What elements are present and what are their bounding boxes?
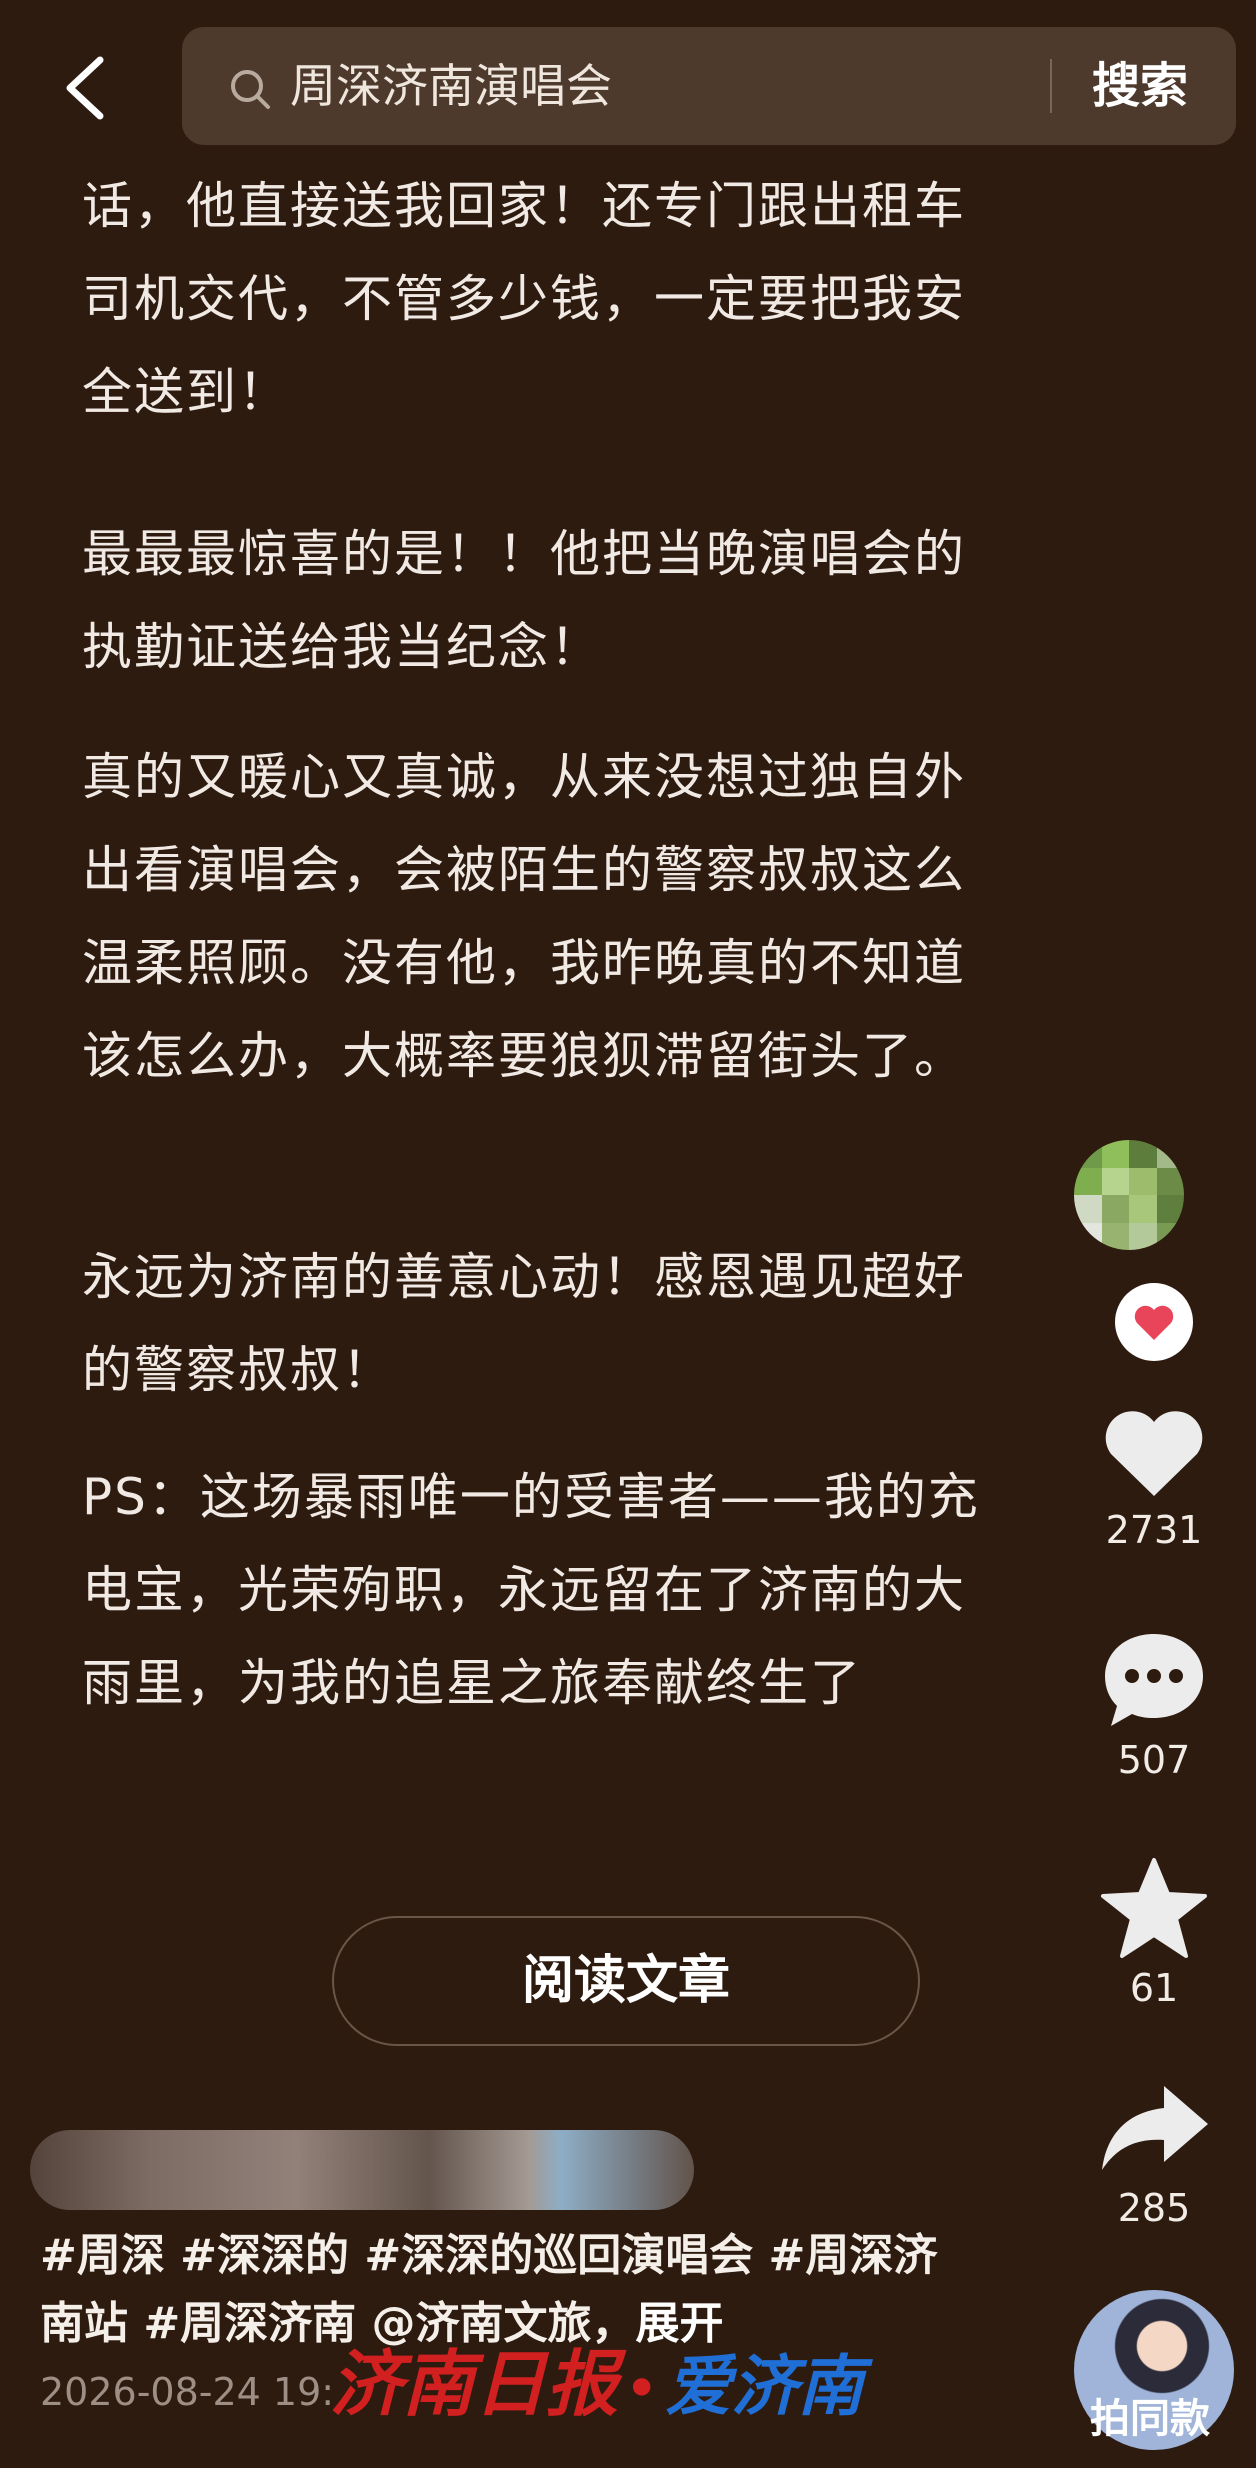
watermark-dot: • — [624, 2354, 660, 2424]
article-paragraph: 最最最惊喜的是！！他把当晚演唱会的执勤证送给我当纪念！ — [82, 525, 966, 676]
author-avatar[interactable] — [1074, 1140, 1184, 1250]
watermark-left: 济南日报 — [330, 2341, 619, 2426]
comment-count: 507 — [1117, 1738, 1191, 1782]
article-paragraph: 永远为济南的善意心动！感恩遇见超好的警察叔叔！ — [82, 1248, 966, 1399]
heart-icon — [1105, 1411, 1203, 1496]
share-icon — [1102, 2086, 1208, 2170]
search-divider — [1050, 59, 1052, 113]
article-paragraph: PS：这场暴雨唯一的受害者——我的充电宝，光荣殉职，永远留在了济南的大雨里，为我… — [82, 1468, 980, 1712]
favorite-button[interactable]: 61 — [1089, 1856, 1219, 2010]
same-style-label[interactable]: 拍同款 — [1090, 2386, 1210, 2444]
top-bar: 周深济南演唱会 搜索 — [0, 0, 1256, 160]
share-button[interactable]: 285 — [1089, 2080, 1219, 2230]
article-paragraph: 真的又暖心又真诚，从来没想过独自外出看演唱会，会被陌生的警察叔叔这么温柔照顾。没… — [82, 748, 966, 1085]
comment-icon — [1105, 1634, 1203, 1726]
avatar-mosaic — [1074, 1140, 1184, 1250]
read-article-button[interactable]: 阅读文章 — [332, 1916, 920, 2046]
star-icon — [1101, 1858, 1207, 1958]
favorite-count: 61 — [1129, 1966, 1179, 2010]
comment-button[interactable]: 507 — [1089, 1628, 1219, 1782]
search-button[interactable]: 搜索 — [1092, 51, 1188, 121]
search-box[interactable]: 周深济南演唱会 搜索 — [182, 27, 1236, 145]
follow-button[interactable] — [1115, 1283, 1193, 1361]
back-arrow-icon — [66, 56, 104, 120]
watermark-right: 爱济南 — [665, 2348, 864, 2425]
search-icon — [231, 70, 270, 109]
back-button[interactable] — [50, 38, 130, 138]
search-input[interactable]: 周深济南演唱会 — [290, 54, 612, 118]
follow-heart-icon — [1134, 1305, 1174, 1340]
watermark: 济南日报 •爱济南 — [330, 2325, 863, 2430]
blurred-author-name — [30, 2130, 694, 2210]
post-date: 2026-08-24 19: — [40, 2370, 335, 2414]
like-count: 2731 — [1105, 1508, 1203, 1552]
share-count: 285 — [1117, 2186, 1191, 2230]
article-paragraph: 话，他直接送我回家！还专门跟出租车司机交代，不管多少钱，一定要把我安全送到！ — [82, 177, 966, 421]
like-button[interactable]: 2731 — [1089, 1402, 1219, 1552]
